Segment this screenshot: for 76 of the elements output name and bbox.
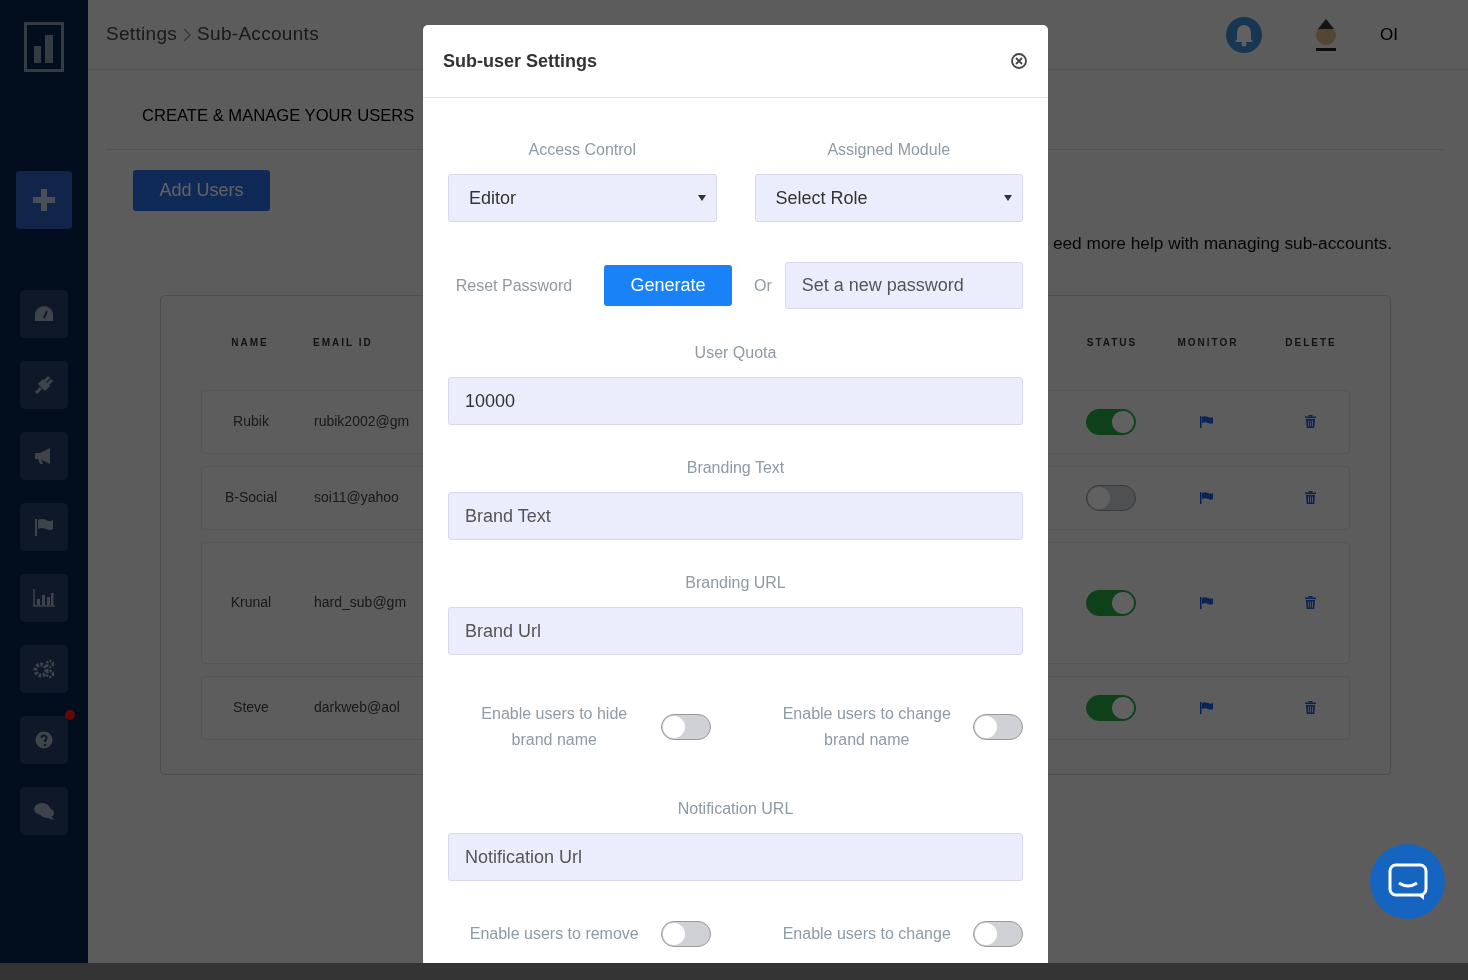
flag-icon[interactable] [1200, 415, 1214, 428]
gauge-icon [34, 305, 54, 323]
sidebar-button[interactable] [20, 432, 68, 480]
password-field[interactable]: Set a new password [784, 262, 1023, 309]
caret-icon [1004, 195, 1012, 201]
toggle-label: Enable users to hide brand name [480, 704, 629, 750]
delete-icon[interactable] [1304, 701, 1316, 715]
status-toggle[interactable] [1086, 694, 1136, 721]
help-text: eed more help with managing sub-accounts. [1052, 232, 1392, 255]
toggle-label: Enable users to remove [468, 924, 640, 944]
chat-icon [1387, 862, 1428, 901]
flag-icon[interactable] [1200, 491, 1214, 504]
field-label: User Quota [693, 343, 778, 363]
sidebar-button[interactable] [20, 787, 68, 835]
flag-icon[interactable] [1200, 596, 1214, 609]
status-toggle[interactable] [1086, 589, 1136, 616]
flag-icon [34, 518, 54, 536]
column-header: MONITOR [1177, 337, 1239, 349]
status-toggle[interactable] [1086, 408, 1136, 435]
toggle-label: Enable users to change brand name [781, 704, 952, 750]
toggle-switch[interactable] [660, 714, 711, 740]
toggle-switch[interactable] [973, 921, 1023, 947]
dialog-title: Sub-user Settings [443, 49, 598, 73]
email-cell: hard_sub@gm [314, 594, 407, 611]
input-field[interactable]: 10000 [448, 377, 1023, 425]
column-header: STATUS [1086, 337, 1138, 349]
sidebar-button[interactable] [20, 716, 68, 764]
breadcrumb-item[interactable]: Sub-Accounts [197, 23, 319, 45]
toggle-label: Enable users to change [781, 924, 952, 944]
gears-icon [33, 659, 55, 679]
email-cell: darkweb@aol [314, 699, 400, 716]
toggle-switch[interactable] [660, 921, 711, 947]
sidebar-button[interactable] [20, 574, 68, 622]
plus-icon [31, 187, 57, 213]
field-label: Reset Password [454, 275, 574, 296]
add-button[interactable] [16, 171, 72, 229]
toggle-switch[interactable] [973, 714, 1023, 740]
bar-chart-icon [33, 589, 55, 607]
flag-icon[interactable] [1200, 701, 1214, 714]
select-field[interactable]: Editor [448, 174, 717, 222]
input-field[interactable]: Brand Url [448, 607, 1023, 655]
sidebar-button[interactable] [20, 361, 68, 409]
column-header: NAME [231, 337, 269, 349]
bell-icon[interactable] [1226, 16, 1263, 53]
add-users-button[interactable]: Add Users [133, 170, 270, 211]
input-field[interactable]: Notification Url [448, 833, 1023, 881]
generate-button[interactable]: Generate [604, 265, 732, 306]
name-cell: Krunal [230, 594, 272, 611]
select-field[interactable]: Select Role [754, 174, 1023, 222]
name-cell: Rubik [233, 413, 269, 430]
caret-icon [697, 195, 706, 201]
delete-icon[interactable] [1304, 415, 1316, 429]
delete-icon[interactable] [1304, 596, 1316, 610]
user-initials[interactable]: OI [1380, 21, 1398, 48]
column-header: EMAIL ID [313, 337, 373, 349]
column-header: DELETE [1285, 337, 1337, 349]
name-cell: Steve [233, 699, 269, 716]
email-cell: soi11@yahoo [314, 489, 399, 506]
sidebar-button[interactable] [20, 503, 68, 551]
plug-icon [34, 375, 54, 395]
field-label: Notification URL [676, 799, 795, 819]
close-button[interactable] [1010, 52, 1028, 70]
status-toggle[interactable] [1086, 484, 1136, 511]
field-label: Branding URL [684, 573, 787, 593]
help-icon [35, 731, 53, 749]
chat-icon [33, 802, 55, 820]
field-label: Branding Text [685, 458, 786, 478]
name-cell: B-Social [224, 489, 278, 506]
logo-icon [24, 22, 64, 72]
input-field[interactable]: Brand Text [448, 492, 1023, 540]
email-cell: rubik2002@gm [314, 413, 410, 430]
delete-icon[interactable] [1304, 491, 1316, 505]
or-text: Or [754, 275, 772, 296]
breadcrumb-item[interactable]: Settings [106, 23, 178, 45]
sidebar-button[interactable] [20, 290, 68, 338]
sidebar-button[interactable] [20, 645, 68, 693]
